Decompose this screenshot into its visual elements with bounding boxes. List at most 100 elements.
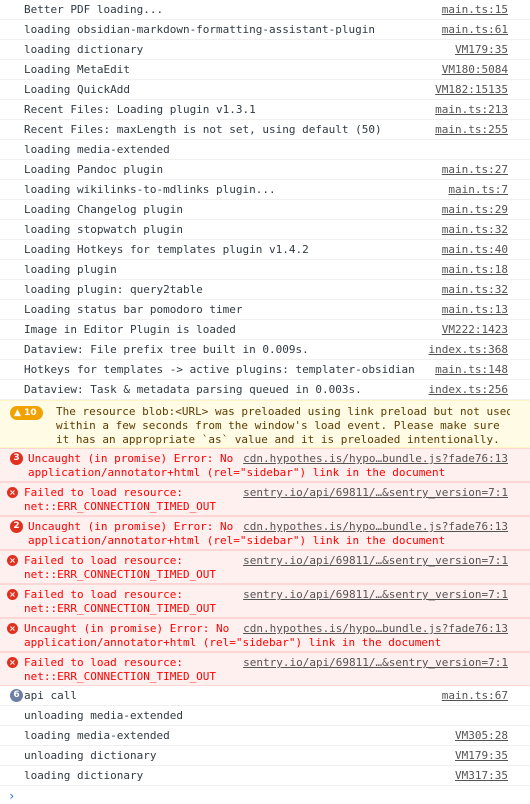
console-log-message: loading obsidian-markdown-formatting-ass… xyxy=(0,20,530,40)
console-log-message: Loading Changelog plugin main.ts:29 xyxy=(0,200,530,220)
console-log-message: loading wikilinks-to-mdlinks plugin... ma… xyxy=(0,180,530,200)
log-text: Loading status bar pomodoro timer xyxy=(24,303,243,316)
log-text: loading plugin xyxy=(24,263,117,276)
console-log-message: Recent Files: maxLength is not set, usin… xyxy=(0,120,530,140)
console-log-message: loading plugin: query2table main.ts:32 xyxy=(0,280,530,300)
log-text: loading dictionary xyxy=(24,43,144,56)
source-link[interactable]: sentry.io/api/69811/…&sentry_version=7:1 xyxy=(239,588,508,602)
console-log-message: Loading QuickAdd VM182:15135 xyxy=(0,80,530,100)
source-link[interactable]: sentry.io/api/69811/…&sentry_version=7:1 xyxy=(239,656,508,670)
source-link[interactable]: VM182:15135 xyxy=(431,83,508,97)
log-text: unloading dictionary xyxy=(24,749,157,762)
console-log-message: Loading status bar pomodoro timer main.ts… xyxy=(0,300,530,320)
console-log-message: loading dictionary VM317:35 xyxy=(0,766,530,786)
source-link[interactable]: VM179:35 xyxy=(451,43,508,57)
log-text: loading plugin: query2table xyxy=(24,283,203,296)
source-link[interactable]: VM305:28 xyxy=(451,729,508,743)
source-link[interactable]: main.ts:27 xyxy=(437,163,508,177)
warning-line: The resource blob:<URL> was preloaded us… xyxy=(56,405,510,418)
source-link[interactable]: VM222:1423 xyxy=(437,323,508,337)
console-log-message: loading stopwatch plugin main.ts:32 xyxy=(0,220,530,240)
log-text: loading obsidian-markdown-formatting-ass… xyxy=(24,23,375,36)
console-error-message[interactable]: 3 Uncaught (in promise) Error: No applicat… xyxy=(0,448,530,482)
source-link[interactable]: main.ts:15 xyxy=(437,3,508,17)
error-text: net::ERR_CONNECTION_TIMED_OUT xyxy=(24,500,217,513)
error-x-icon: × xyxy=(7,657,18,668)
source-link[interactable]: main.ts:255 xyxy=(431,123,508,137)
source-link[interactable]: main.ts:40 xyxy=(437,243,508,257)
info-count-badge: 6 xyxy=(10,689,23,702)
log-text: Better PDF loading... xyxy=(24,3,164,16)
console-error-message[interactable]: × Failed to load resource: net::ERR_CONNEC… xyxy=(0,652,530,686)
log-text: loading stopwatch plugin xyxy=(24,223,183,236)
log-text: Loading Changelog plugin xyxy=(24,203,183,216)
source-link[interactable]: VM317:35 xyxy=(451,769,508,783)
source-link[interactable]: main.ts:13 xyxy=(437,303,508,317)
source-link[interactable]: main.ts:7 xyxy=(444,183,508,197)
log-text: Loading MetaEdit xyxy=(24,63,130,76)
log-text: Loading Pandoc plugin xyxy=(24,163,164,176)
console-log-message: Recent Files: Loading plugin v1.3.1 main.… xyxy=(0,100,530,120)
console-log-message: Dataview: File prefix tree built in 0.00… xyxy=(0,340,530,360)
warning-count-badge: ▲ 10 xyxy=(10,406,43,420)
console-log-message: Better PDF loading... main.ts:15 xyxy=(0,0,530,20)
console-panel: Better PDF loading... main.ts:15 loading o… xyxy=(0,0,530,804)
console-log-message: Loading Pandoc plugin main.ts:27 xyxy=(0,160,530,180)
source-link[interactable]: VM180:5084 xyxy=(437,63,508,77)
source-link[interactable]: main.ts:29 xyxy=(437,203,508,217)
console-log-message: loading media-extended VM305:28 xyxy=(0,726,530,746)
log-text: unloading media-extended xyxy=(24,709,183,722)
console-warning-message[interactable]: ▲ 10 The resource blob:<URL> was preload… xyxy=(0,400,530,448)
log-text: Loading Hotkeys for templates plugin v1.… xyxy=(24,243,309,256)
console-error-message[interactable]: × Uncaught (in promise) Error: No applicat… xyxy=(0,618,530,652)
source-link[interactable]: main.ts:32 xyxy=(437,223,508,237)
source-link[interactable]: sentry.io/api/69811/…&sentry_version=7:1 xyxy=(239,486,508,500)
console-error-message[interactable]: × Failed to load resource: net::ERR_CONNEC… xyxy=(0,550,530,584)
source-link[interactable]: main.ts:148 xyxy=(431,363,508,377)
source-link[interactable]: main.ts:61 xyxy=(437,23,508,37)
log-text: loading dictionary xyxy=(24,769,144,782)
error-text: net::ERR_CONNECTION_TIMED_OUT xyxy=(24,568,217,581)
source-link[interactable]: index.ts:368 xyxy=(424,343,508,357)
source-link[interactable]: cdn.hypothes.is/hypo…bundle.js?fade76:13 xyxy=(239,622,508,636)
log-text: api call xyxy=(24,689,77,702)
error-text: net::ERR_CONNECTION_TIMED_OUT xyxy=(24,670,217,683)
console-log-message: loading plugin main.ts:18 xyxy=(0,260,530,280)
log-text: loading media-extended xyxy=(24,729,170,742)
source-link[interactable]: VM179:35 xyxy=(451,749,508,763)
log-text: loading wikilinks-to-mdlinks plugin... xyxy=(24,183,276,196)
console-log-message: unloading media-extended xyxy=(0,706,530,726)
console-log-message: Dataview: Task & metadata parsing queued… xyxy=(0,380,530,400)
error-text: net::ERR_CONNECTION_TIMED_OUT xyxy=(24,602,217,615)
source-link[interactable]: main.ts:32 xyxy=(437,283,508,297)
console-error-message[interactable]: × Failed to load resource: net::ERR_CONNEC… xyxy=(0,482,530,516)
console-log-list: Better PDF loading... main.ts:15 loading o… xyxy=(0,0,530,400)
error-x-icon: × xyxy=(7,589,18,600)
source-link[interactable]: cdn.hypothes.is/hypo…bundle.js?fade76:13 xyxy=(239,452,508,466)
warning-line: it has an appropriate `as` value and it … xyxy=(56,433,500,446)
source-link[interactable]: cdn.hypothes.is/hypo…bundle.js?fade76:13 xyxy=(239,520,508,534)
error-x-icon: × xyxy=(7,487,18,498)
log-text: Image in Editor Plugin is loaded xyxy=(24,323,236,336)
console-log-message: unloading dictionary VM179:35 xyxy=(0,746,530,766)
error-text: application/annotator+html (rel="sidebar… xyxy=(24,636,442,649)
error-text: application/annotator+html (rel="sidebar… xyxy=(28,466,446,479)
console-prompt[interactable]: › xyxy=(0,786,530,804)
console-log-message: Hotkeys for templates -> active plugins:… xyxy=(0,360,530,380)
source-link[interactable]: sentry.io/api/69811/…&sentry_version=7:1 xyxy=(239,554,508,568)
source-link[interactable]: main.ts:67 xyxy=(437,689,508,703)
console-log-message: Loading MetaEdit VM180:5084 xyxy=(0,60,530,80)
console-info-message: 6 api call main.ts:67 xyxy=(0,686,530,706)
console-log-message: loading media-extended xyxy=(0,140,530,160)
source-link[interactable]: index.ts:256 xyxy=(424,383,508,397)
warning-count: 10 xyxy=(24,408,37,418)
console-error-message[interactable]: × Failed to load resource: net::ERR_CONNEC… xyxy=(0,584,530,618)
console-error-message[interactable]: 2 Uncaught (in promise) Error: No applicat… xyxy=(0,516,530,550)
console-log-list-tail: 6 api call main.ts:67 unloading media-exten… xyxy=(0,686,530,786)
console-log-message: Loading Hotkeys for templates plugin v1.… xyxy=(0,240,530,260)
warning-line: within a few seconds from the window's l… xyxy=(56,419,500,432)
source-link[interactable]: main.ts:18 xyxy=(437,263,508,277)
source-link[interactable]: main.ts:213 xyxy=(431,103,508,117)
console-log-message: loading dictionary VM179:35 xyxy=(0,40,530,60)
console-error-list: 3 Uncaught (in promise) Error: No applicat… xyxy=(0,448,530,686)
